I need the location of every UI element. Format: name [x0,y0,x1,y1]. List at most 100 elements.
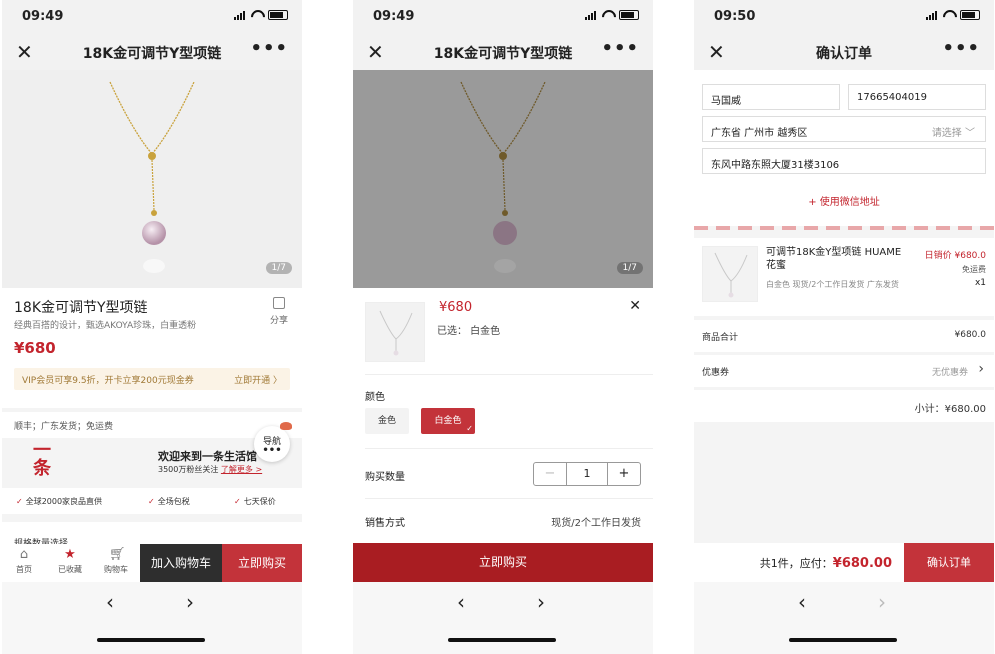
vip-banner[interactable]: VIP会员可享9.5折，开卡立享200元现金券 立即开通 〉 [14,368,290,390]
home-indicator [448,638,556,642]
status-bar: 09:49 [353,0,653,34]
tab-favorites[interactable]: ★ 已收藏 [50,548,90,575]
sheet-price: ¥680 [439,300,473,315]
tab-home-label: 首页 [16,565,32,574]
back-icon[interactable]: ‹ [798,590,806,614]
status-icons [926,10,980,20]
add-to-cart-button[interactable]: 加入购物车 [140,544,222,582]
signal-icon [926,11,937,20]
status-icons [234,10,288,20]
vip-text: VIP会员可享9.5折，开卡立享200元现金券 [22,376,194,386]
forward-icon[interactable]: › [878,590,886,614]
phone-field[interactable]: 17665404019 [848,84,986,110]
share-label: 分享 [269,316,288,326]
brand-logo: 一 条 [33,440,51,479]
chevron-right-icon: › [978,361,984,377]
share-icon [272,297,285,309]
screen-confirm-order: 09:50 ✕ 确认订单 ••• 马国威 17665404019 广东省 广州市… [694,0,994,654]
divider [365,448,653,449]
fans-text: 3500万粉丝关注 了解更多 > [158,464,262,475]
battery-icon [619,10,639,20]
coupon-row[interactable]: 优惠券 无优惠券 › [694,355,994,387]
check-icon: ✓ [234,497,241,506]
wifi-icon [250,10,263,20]
checkout-bar: 共1件，应付：¥680.00 确认订单 [694,543,994,582]
share-button[interactable]: 分享 [270,297,288,326]
coupon-label: 优惠券 [702,368,730,378]
product-price: ¥680 [14,339,56,357]
hat-icon [280,422,292,430]
item-name: 可调节18K金Y型项链 HUAME 花蜜 [766,247,902,271]
divider [365,374,653,375]
benefit-item: ✓ 全球2000家良品直供 [16,497,103,506]
tab-cart-label: 购物车 [104,565,128,574]
address-form: 马国威 17665404019 广东省 广州市 越秀区 请选择 ﹀ 东风中路东照… [694,70,994,230]
increase-button[interactable]: + [608,463,640,485]
back-icon[interactable]: ‹ [106,590,114,614]
spec-select-row[interactable]: 规格数量选择 [2,522,302,549]
status-icons [585,10,639,20]
buy-now-button[interactable]: 立即购买 [353,543,653,582]
region-placeholder: 请选择 ﹀ [931,128,975,139]
screen-spec-sheet: 09:49 ✕ 18K金可调节Y型项链 ••• 1/7 ¥680 已选： 白金色… [353,0,653,654]
more-icon[interactable]: ••• [942,38,980,59]
buy-now-button[interactable]: 立即购买 [222,544,302,582]
pay-total: 共1件，应付：¥680.00 [760,555,892,571]
image-pager: 1/7 [265,262,292,274]
status-time: 09:49 [22,9,64,24]
more-icon[interactable]: ••• [250,38,288,59]
quantity-input[interactable]: 1 [566,463,608,485]
forward-icon[interactable]: › [186,590,194,614]
sale-method-label: 销售方式 [365,518,405,529]
color-option-label: 白金色 [434,416,462,426]
confirm-order-button[interactable]: 确认订单 [904,543,994,582]
shipping-text: 顺丰；广东发货；免运费 [14,422,114,432]
product-image[interactable]: 1/7 [2,70,302,288]
divider [365,498,653,499]
tab-home[interactable]: ⌂ 首页 [4,548,44,575]
street-field[interactable]: 东风中路东照大厦31楼3106 [702,148,986,174]
browser-nav: ‹ › [2,582,302,654]
color-option-white-gold[interactable]: 白金色 ✓ [421,408,475,434]
learn-more-link[interactable]: 了解更多 > [221,465,262,474]
coupon-value: 无优惠券 [931,368,968,378]
battery-icon [960,10,980,20]
necklace-image [109,81,195,273]
quantity-stepper: − 1 + [533,462,641,486]
home-icon: ⌂ [19,547,29,562]
signal-icon [585,11,596,20]
guide-button[interactable]: 导航 ••• [254,422,292,462]
forward-icon[interactable]: › [537,590,545,614]
close-sheet-icon[interactable]: ✕ [629,298,641,314]
screen-product-detail: 09:49 ✕ 18K金可调节Y型项链 ••• 1/7 18K金可调节Y型项链 … [2,0,302,654]
tab-favorites-label: 已收藏 [58,565,82,574]
address-divider [694,226,994,230]
spec-sheet: ¥680 已选： 白金色 ✕ 颜色 金色 白金色 ✓ 购买数量 − 1 + 销售… [353,288,653,544]
name-field[interactable]: 马国威 [702,84,840,110]
sale-method-value: 现货/2个工作日发货 [551,518,641,529]
color-option-gold[interactable]: 金色 [365,408,409,434]
status-time: 09:50 [714,9,756,24]
dimmed-product-image[interactable]: 1/7 [353,70,653,288]
check-icon: ✓ [16,497,23,506]
more-icon[interactable]: ••• [601,38,639,59]
product-info: 18K金可调节Y型项链 经典百搭的设计，甄选AKOYA珍珠，白重透粉 分享 ¥6… [2,288,302,408]
item-quantity: x1 [974,278,986,288]
tab-cart[interactable]: 🛒︎ 购物车 [96,548,136,575]
product-thumbnail [365,302,425,362]
store-promo[interactable]: 一 条 欢迎来到一条生活馆 3500万粉丝关注 了解更多 > 导航 ••• [2,422,302,488]
item-shipping: 免运费 [962,265,986,274]
cart-icon: 🛒︎ [109,547,126,562]
wifi-icon [601,10,614,20]
region-select[interactable]: 广东省 广州市 越秀区 请选择 ﹀ [702,116,986,142]
signal-icon [234,11,245,20]
decrease-button[interactable]: − [534,463,566,485]
vip-open-link[interactable]: 立即开通 〉 [234,373,282,386]
nav-bar: ✕ 18K金可调节Y型项链 ••• [2,34,302,70]
use-wechat-address-button[interactable]: + 使用微信地址 [694,193,994,208]
color-label: 颜色 [365,392,385,403]
status-time: 09:49 [373,9,415,24]
subtotal-label: 商品合计 [702,333,739,343]
back-icon[interactable]: ‹ [457,590,465,614]
pay-prefix: 共1件，应付： [759,557,833,570]
